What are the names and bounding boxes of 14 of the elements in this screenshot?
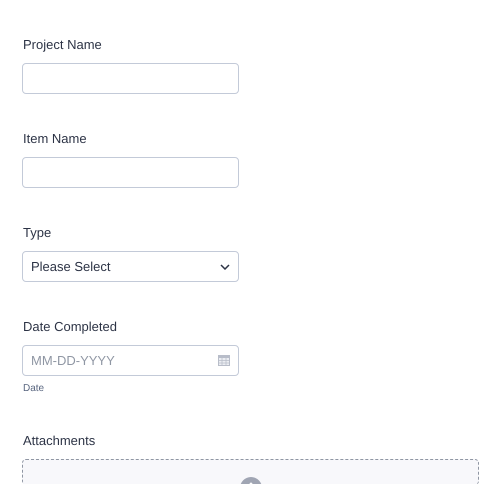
calendar-icon[interactable]	[218, 355, 230, 366]
text-field[interactable]	[22, 63, 239, 94]
text-field[interactable]	[22, 157, 239, 188]
file-dropzone[interactable]	[22, 459, 479, 484]
field-label: Attachments	[23, 433, 96, 449]
chevron-down-icon	[220, 264, 230, 270]
field-label: Type	[23, 225, 52, 241]
field-label: Project Name	[23, 37, 102, 53]
upload-icon	[240, 477, 262, 484]
field-label: Item Name	[23, 131, 87, 147]
field-sublabel: Date	[23, 382, 44, 396]
date-field[interactable]: MM-DD-YYYY	[22, 345, 239, 376]
select-dropdown[interactable]: Please Select	[22, 251, 239, 282]
field-label: Date Completed	[23, 319, 117, 335]
